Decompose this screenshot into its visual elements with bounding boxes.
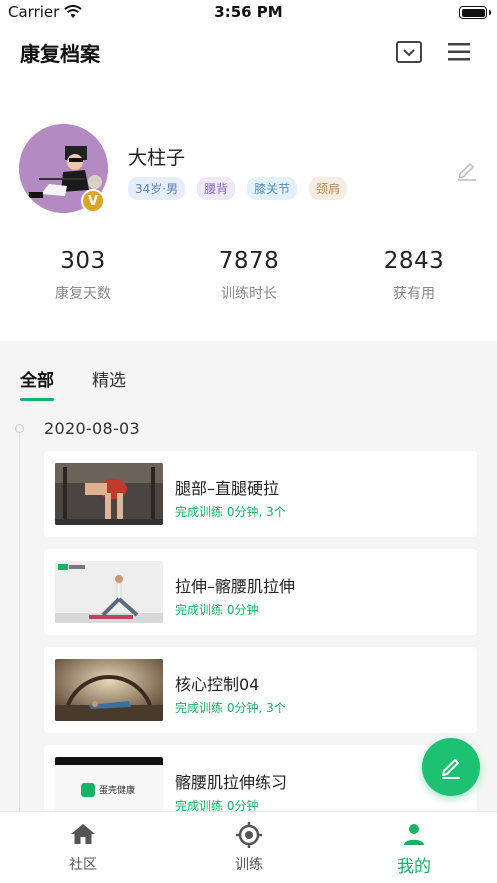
record-subtitle: 完成训练 0分钟, 3个: [175, 701, 286, 715]
edit-icon: [442, 759, 460, 779]
stat-label: 训练时长: [221, 286, 277, 302]
record-card[interactable]: 蛋壳健康 髂腰肌拉伸练习 完成训练 0分钟: [44, 745, 477, 811]
timeline-line: [19, 429, 20, 811]
stats-row: 303 康复天数 7878 训练时长 2843 获有用: [0, 248, 497, 318]
record-title: 核心控制04: [175, 675, 260, 694]
stat-useful-count: 2843 获有用: [331, 248, 497, 303]
edit-icon: [458, 162, 476, 181]
person-icon: [404, 824, 424, 845]
timeline-date: 2020-08-03: [44, 419, 140, 438]
tabbar-label: 我的: [397, 857, 431, 877]
tag-neck-shoulder: 颈肩: [309, 177, 348, 200]
tag-age-gender: 34岁·男: [128, 177, 186, 200]
user-name: 大柱子: [128, 147, 186, 169]
bottom-tab-bar: 社区 训练 我的: [0, 811, 497, 883]
tabbar-item-training[interactable]: 训练: [166, 812, 332, 883]
battery-icon: [459, 6, 491, 19]
record-thumbnail: [55, 463, 163, 525]
tabbar-label: 社区: [69, 857, 97, 873]
record-subtitle: 完成训练 0分钟, 3个: [175, 505, 286, 519]
record-list-section: 全部 精选 2020-08-03 腿部–直腿硬拉 完成训练 0分钟, 3个 拉伸…: [0, 341, 497, 811]
page-title: 康复档案: [20, 42, 100, 66]
stat-value: 2843: [383, 248, 445, 274]
stat-label: 获有用: [393, 286, 435, 302]
new-record-fab[interactable]: [422, 738, 480, 796]
record-card[interactable]: 拉伸–髂腰肌拉伸 完成训练 0分钟: [44, 549, 477, 635]
menu-button[interactable]: [444, 37, 474, 67]
record-thumbnail: [55, 561, 163, 623]
tabbar-item-community[interactable]: 社区: [0, 812, 166, 883]
tabbar-label: 训练: [235, 857, 263, 873]
status-bar: Carrier 3:56 PM: [0, 0, 497, 26]
status-time: 3:56 PM: [214, 3, 283, 21]
tab-all[interactable]: 全部: [20, 366, 54, 401]
record-title: 腿部–直腿硬拉: [175, 479, 280, 498]
tag-back: 腰背: [197, 177, 236, 200]
record-subtitle: 完成训练 0分钟: [175, 799, 259, 811]
tab-featured[interactable]: 精选: [92, 366, 126, 401]
verified-badge: V: [81, 189, 105, 213]
target-icon: [236, 822, 262, 848]
stat-value: 7878: [218, 248, 280, 274]
tabbar-item-mine[interactable]: 我的: [331, 812, 497, 883]
stat-value: 303: [60, 248, 106, 274]
navbar: 康复档案: [0, 26, 497, 76]
profile-section: V 大柱子 34岁·男 腰背 膝关节 颈肩 303 康复天数 7878 训练时长…: [0, 76, 497, 341]
record-subtitle: 完成训练 0分钟: [175, 603, 259, 617]
tag-knee: 膝关节: [247, 177, 298, 200]
stat-rehab-days: 303 康复天数: [0, 248, 166, 303]
stat-label: 康复天数: [55, 286, 111, 302]
record-card[interactable]: 腿部–直腿硬拉 完成训练 0分钟, 3个: [44, 451, 477, 537]
edit-profile-button[interactable]: [455, 158, 479, 182]
record-title: 拉伸–髂腰肌拉伸: [175, 577, 296, 596]
stat-training-duration: 7878 训练时长: [166, 248, 332, 303]
record-thumbnail: [55, 659, 163, 721]
thumb-brand-text: 蛋壳健康: [99, 786, 136, 796]
filter-tabs: 全部 精选: [20, 366, 126, 401]
brand-logo-icon: [81, 783, 95, 797]
archive-dropdown-button[interactable]: [394, 37, 424, 67]
record-card[interactable]: 核心控制04 完成训练 0分钟, 3个: [44, 647, 477, 733]
record-thumbnail: 蛋壳健康: [55, 757, 163, 811]
timeline-dot: [15, 424, 24, 433]
home-icon: [71, 824, 95, 844]
record-title: 髂腰肌拉伸练习: [175, 773, 288, 792]
condition-tags: 34岁·男 腰背 膝关节 颈肩: [128, 177, 348, 200]
chevron-down-box-icon: [396, 41, 422, 63]
menu-icon: [448, 43, 470, 61]
